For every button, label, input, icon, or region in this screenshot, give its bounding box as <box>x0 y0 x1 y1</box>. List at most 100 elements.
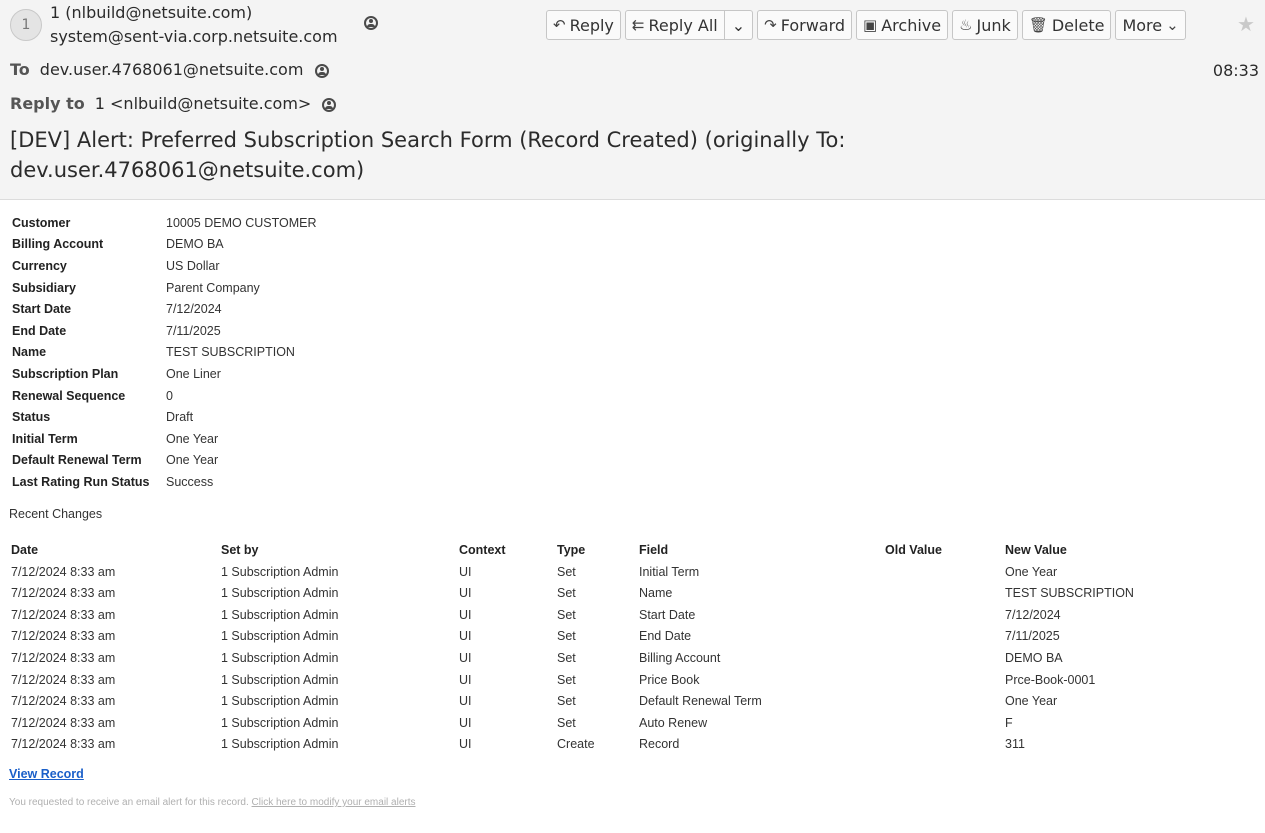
reply-to-label: Reply to <box>10 94 85 113</box>
add-contact-icon[interactable] <box>364 16 378 30</box>
field-row: Name TEST SUBSCRIPTION <box>12 342 317 364</box>
field-label: Billing Account <box>12 237 104 252</box>
field-value: One Year <box>166 431 219 446</box>
table-cell: Auto Renew <box>639 715 708 730</box>
to-address[interactable]: dev.user.4768061@netsuite.com <box>40 60 304 79</box>
table-cell: 1 Subscription Admin <box>221 564 339 579</box>
email-footer: You requested to receive an email alert … <box>9 797 416 808</box>
table-row: 7/12/2024 8:33 am 1 Subscription Admin UI C… <box>11 733 1261 755</box>
star-icon[interactable]: ★ <box>1237 12 1255 36</box>
reply-all-dropdown-button[interactable]: ⌄ <box>724 10 754 40</box>
table-cell: UI <box>459 650 472 665</box>
chevron-down-icon: ⌄ <box>1166 16 1179 34</box>
column-header: Old Value <box>885 543 942 557</box>
table-cell: Set <box>557 607 576 622</box>
to-line: To dev.user.4768061@netsuite.com <box>10 60 329 79</box>
table-cell: Default Renewal Term <box>639 694 762 709</box>
table-cell: End Date <box>639 629 692 644</box>
field-value: Draft <box>166 410 194 425</box>
forward-button[interactable]: ↷ Forward <box>757 10 853 40</box>
table-cell: DEMO BA <box>1005 650 1063 665</box>
trash-icon: 🗑 <box>1028 16 1048 34</box>
field-row: Renewal Sequence 0 <box>12 385 317 407</box>
archive-button[interactable]: ▣ Archive <box>856 10 949 40</box>
view-record-link[interactable]: View Record <box>9 767 84 781</box>
field-row: End Date 7/11/2025 <box>12 320 317 342</box>
table-cell: Price Book <box>639 672 700 687</box>
field-row: Currency US Dollar <box>12 255 317 277</box>
table-cell: 7/12/2024 8:33 am <box>11 737 116 752</box>
sender-address[interactable]: system@sent-via.corp.netsuite.com <box>50 27 338 46</box>
to-label: To <box>10 60 30 79</box>
more-button[interactable]: More ⌄ <box>1115 10 1186 40</box>
field-row: Default Renewal Term One Year <box>12 450 317 472</box>
table-row: 7/12/2024 8:33 am 1 Subscription Admin UI S… <box>11 669 1261 691</box>
table-cell: 1 Subscription Admin <box>221 694 339 709</box>
column-header: Date <box>11 543 39 557</box>
field-label: Subscription Plan <box>12 366 119 381</box>
field-label: Renewal Sequence <box>12 388 126 403</box>
field-row: Billing Account DEMO BA <box>12 234 317 256</box>
field-label: Status <box>12 410 51 425</box>
table-cell: 7/12/2024 8:33 am <box>11 607 116 622</box>
junk-button[interactable]: ♨ Junk <box>952 10 1018 40</box>
sender-name[interactable]: 1 (nlbuild@netsuite.com) <box>50 3 252 22</box>
modify-alerts-link[interactable]: Click here to modify your email alerts <box>252 797 416 808</box>
field-label: Start Date <box>12 302 72 317</box>
table-cell: UI <box>459 672 472 687</box>
field-row: Start Date 7/12/2024 <box>12 298 317 320</box>
table-row: 7/12/2024 8:33 am 1 Subscription Admin UI S… <box>11 690 1261 712</box>
column-header: Field <box>639 543 669 557</box>
table-cell: UI <box>459 694 472 709</box>
reply-icon: ↶ <box>553 16 566 34</box>
delete-button[interactable]: 🗑 Delete <box>1021 10 1112 40</box>
reply-to-address[interactable]: 1 <nlbuild@netsuite.com> <box>95 94 312 113</box>
table-cell: Set <box>557 694 576 709</box>
reply-all-split-button: ⇇ Reply All ⌄ <box>624 10 754 40</box>
column-header: Context <box>459 543 506 557</box>
add-contact-icon[interactable] <box>314 63 329 78</box>
table-cell: Set <box>557 629 576 644</box>
add-contact-icon[interactable] <box>322 97 337 112</box>
field-value: 7/12/2024 <box>166 302 222 317</box>
table-cell: Name <box>639 586 673 601</box>
table-cell: 1 Subscription Admin <box>221 715 339 730</box>
table-cell: 1 Subscription Admin <box>221 650 339 665</box>
message-time: 08:33 <box>1212 61 1259 80</box>
record-fields: Customer 10005 DEMO CUSTOMER Billing Accou… <box>12 212 317 493</box>
table-cell: Set <box>557 672 576 687</box>
field-value: 10005 DEMO CUSTOMER <box>166 215 317 230</box>
recent-changes-table: Date Set by Context Type Field Old Value… <box>11 539 1261 755</box>
table-cell: 7/12/2024 8:33 am <box>11 715 116 730</box>
table-cell: Create <box>557 737 595 752</box>
table-row: 7/12/2024 8:33 am 1 Subscription Admin UI S… <box>11 647 1261 669</box>
table-cell: 311 <box>1005 737 1025 752</box>
reply-all-button[interactable]: ⇇ Reply All <box>624 10 725 40</box>
message-toolbar: ↶ Reply ⇇ Reply All ⌄ ↷ Forward ▣ Archive ♨ J… <box>546 10 1186 40</box>
sender-avatar: 1 <box>10 9 42 41</box>
table-cell: Record <box>639 737 680 752</box>
column-header: Set by <box>221 543 259 557</box>
table-cell: 7/12/2024 8:33 am <box>11 564 116 579</box>
table-cell: Set <box>557 715 576 730</box>
field-row: Last Rating Run Status Success <box>12 471 317 493</box>
table-cell: F <box>1005 715 1013 730</box>
reply-button[interactable]: ↶ Reply <box>546 10 621 40</box>
table-row: 7/12/2024 8:33 am 1 Subscription Admin UI S… <box>11 604 1261 626</box>
table-cell: One Year <box>1005 694 1058 709</box>
field-row: Customer 10005 DEMO CUSTOMER <box>12 212 317 234</box>
table-cell: Start Date <box>639 607 696 622</box>
field-value: US Dollar <box>166 258 220 273</box>
field-value: TEST SUBSCRIPTION <box>166 345 295 360</box>
table-cell: UI <box>459 629 472 644</box>
table-row: 7/12/2024 8:33 am 1 Subscription Admin UI S… <box>11 712 1261 734</box>
reply-to-line: Reply to 1 <nlbuild@netsuite.com> <box>10 94 337 113</box>
table-cell: 7/12/2024 8:33 am <box>11 629 116 644</box>
junk-icon: ♨ <box>959 16 973 34</box>
table-cell: UI <box>459 564 472 579</box>
table-cell: Prce-Book-0001 <box>1005 672 1096 687</box>
footer-text: You requested to receive an email alert … <box>9 797 249 808</box>
table-row: 7/12/2024 8:33 am 1 Subscription Admin UI S… <box>11 625 1261 647</box>
table-cell: UI <box>459 586 472 601</box>
table-cell: 1 Subscription Admin <box>221 672 339 687</box>
